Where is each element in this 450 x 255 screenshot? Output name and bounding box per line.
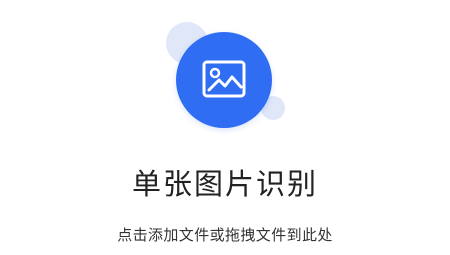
single-image-upload-dropzone[interactable]: 单张图片识别 点击添加文件或拖拽文件到此处 xyxy=(0,0,450,255)
image-icon xyxy=(202,60,246,98)
upload-icon-circle[interactable] xyxy=(176,32,272,128)
upload-title: 单张图片识别 xyxy=(131,167,318,201)
upload-hint: 点击添加文件或拖拽文件到此处 xyxy=(117,226,333,244)
